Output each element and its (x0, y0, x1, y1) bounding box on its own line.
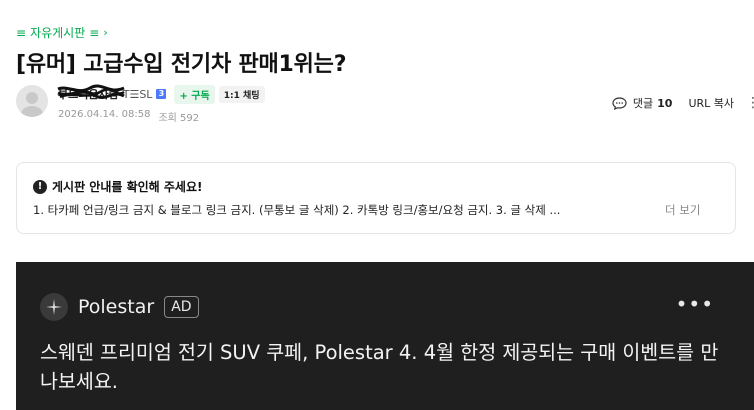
rank-badge-icon: 3 (156, 89, 167, 99)
notice-text: 1. 타카페 언급/링크 금지 & 블로그 링크 금지. (무통보 글 삭제) … (33, 203, 561, 217)
notice-more-link[interactable]: 더 보기 (665, 202, 700, 218)
redaction-scribble (57, 84, 125, 100)
subscribe-button[interactable]: + 구독 (174, 84, 215, 104)
comment-label[interactable]: 댓글 (633, 95, 653, 111)
notice-heading-row: ! 게시판 안내를 확인해 주세요! (33, 178, 719, 195)
breadcrumb[interactable]: ≡ 자유게시판 ≡ › (16, 24, 108, 41)
ad-brand-name: Polestar (78, 296, 155, 318)
post-views: 조회 592 (158, 113, 200, 124)
notice-body-row: 1. 타카페 언급/링크 금지 & 블로그 링크 금지. (무통보 글 삭제) … (33, 202, 719, 218)
ad-badge: AD (164, 296, 199, 318)
ad-banner[interactable]: Polestar AD ••• 스웨덴 프리미엄 전기 SUV 쿠페, Pole… (16, 262, 754, 410)
author-info: 부드러운사람 T☰SL 3 + 구독 1:1 채팅 (57, 84, 265, 104)
url-copy-button[interactable]: URL 복사 (688, 95, 734, 111)
author-avatar[interactable] (16, 85, 48, 117)
list-icon: ≡ (89, 25, 100, 40)
ad-header: Polestar AD (40, 293, 199, 321)
chat-button[interactable]: 1:1 채팅 (218, 85, 265, 103)
breadcrumb-board-link[interactable]: 자유게시판 (30, 24, 85, 41)
post-actions: 댓글 10 URL 복사 ⋮ (612, 95, 754, 111)
author-rank: T☰SL (122, 87, 153, 101)
ad-more-options-icon[interactable]: ••• (676, 292, 714, 316)
post-title: [유머] 고급수입 전기차 판매1위는? (16, 52, 347, 77)
author-nickname[interactable]: 부드러운사람 (57, 84, 125, 102)
ad-text[interactable]: 스웨덴 프리미엄 전기 SUV 쿠페, Polestar 4. 4월 한정 제공… (40, 338, 730, 396)
board-notice: ! 게시판 안내를 확인해 주세요! 1. 타카페 언급/링크 금지 & 블로그… (16, 162, 736, 234)
info-icon: ! (33, 179, 47, 194)
notice-heading: 게시판 안내를 확인해 주세요! (52, 180, 203, 194)
chevron-right-icon: › (103, 26, 108, 39)
menu-icon: ≡ (16, 25, 27, 40)
comment-icon[interactable] (612, 96, 627, 110)
more-options-icon[interactable]: ⋮ (746, 95, 754, 111)
post-date: 2026.04.14. 08:58 (58, 109, 151, 120)
polestar-logo-icon (40, 293, 68, 321)
comment-count[interactable]: 10 (657, 97, 672, 110)
post-meta: 2026.04.14. 08:58 조회 592 (58, 109, 199, 124)
